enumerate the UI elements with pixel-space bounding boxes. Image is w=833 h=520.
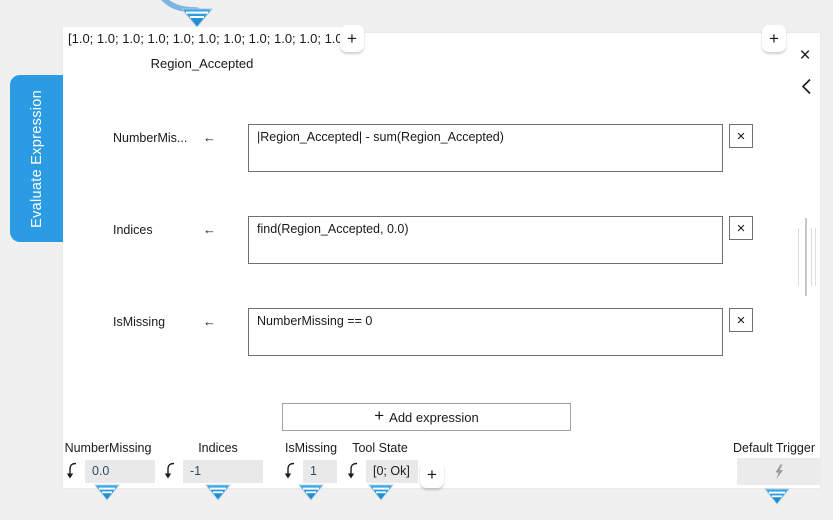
output-label: Tool State [352, 441, 408, 455]
arrow-stripe [190, 16, 204, 18]
expression-input[interactable]: |Region_Accepted| - sum(Region_Accepted) [248, 124, 723, 172]
add-input-button[interactable]: + [340, 25, 364, 52]
default-trigger-label: Default Trigger [733, 441, 815, 455]
delete-expression-button[interactable]: × [729, 216, 753, 240]
input-name-label: Region_Accepted [150, 56, 254, 71]
lightning-bolt-icon [775, 464, 783, 479]
arrow-stripe [186, 11, 208, 14]
probe-down-arrow-icon[interactable] [342, 460, 364, 482]
expression-name-label: Indices [113, 223, 153, 237]
trigger-port-connector[interactable] [764, 488, 790, 506]
output-value: 1 [303, 460, 337, 483]
default-trigger-button[interactable] [737, 458, 820, 485]
expression-name-label: NumberMis... [113, 131, 188, 145]
expression-name-label: IsMissing [113, 315, 166, 329]
input-wire-connector[interactable] [150, 0, 225, 30]
chevron-left-icon[interactable] [798, 76, 814, 96]
output-label: NumberMissing [64, 441, 152, 455]
delete-expression-button[interactable]: × [729, 308, 753, 332]
delete-expression-button[interactable]: × [729, 124, 753, 148]
output-port-connector[interactable] [368, 484, 394, 502]
output-label: Indices [198, 441, 238, 455]
add-output-button[interactable]: + [420, 461, 444, 488]
assign-arrow: ← [203, 314, 216, 329]
tab-label: Evaluate Expression [28, 89, 45, 228]
probe-down-arrow-icon[interactable] [159, 460, 181, 482]
probe-down-arrow-icon[interactable] [279, 460, 301, 482]
output-port-connector[interactable] [205, 484, 231, 502]
add-expression-label: Add expression [389, 409, 479, 425]
expression-input[interactable]: NumberMissing == 0 [248, 308, 723, 356]
scroll-grip-line[interactable] [815, 228, 816, 286]
output-value: -1 [183, 460, 263, 483]
scroll-grip-line[interactable] [798, 228, 799, 286]
assign-arrow: ← [203, 130, 216, 145]
tab-evaluate-expression[interactable]: Evaluate Expression [10, 75, 63, 242]
close-icon[interactable]: × [795, 45, 815, 65]
scroll-grip-line[interactable] [811, 228, 812, 286]
output-value: [0; Ok] [366, 460, 418, 483]
output-port-connector[interactable] [298, 484, 324, 502]
probe-down-arrow-icon[interactable] [61, 460, 83, 482]
output-value: 0.0 [85, 460, 155, 483]
expression-input[interactable]: find(Region_Accepted, 0.0) [248, 216, 723, 264]
add-expression-button[interactable]: + Add expression [282, 403, 571, 431]
scroll-grip-line[interactable] [805, 218, 807, 296]
input-value-display[interactable]: [1.0; 1.0; 1.0; 1.0; 1.0; 1.0; 1.0; 1.0;… [63, 27, 341, 51]
add-panel-button[interactable]: + [762, 25, 786, 52]
plus-icon: + [374, 406, 385, 425]
assign-arrow: ← [203, 222, 216, 237]
output-port-connector[interactable] [94, 484, 120, 502]
